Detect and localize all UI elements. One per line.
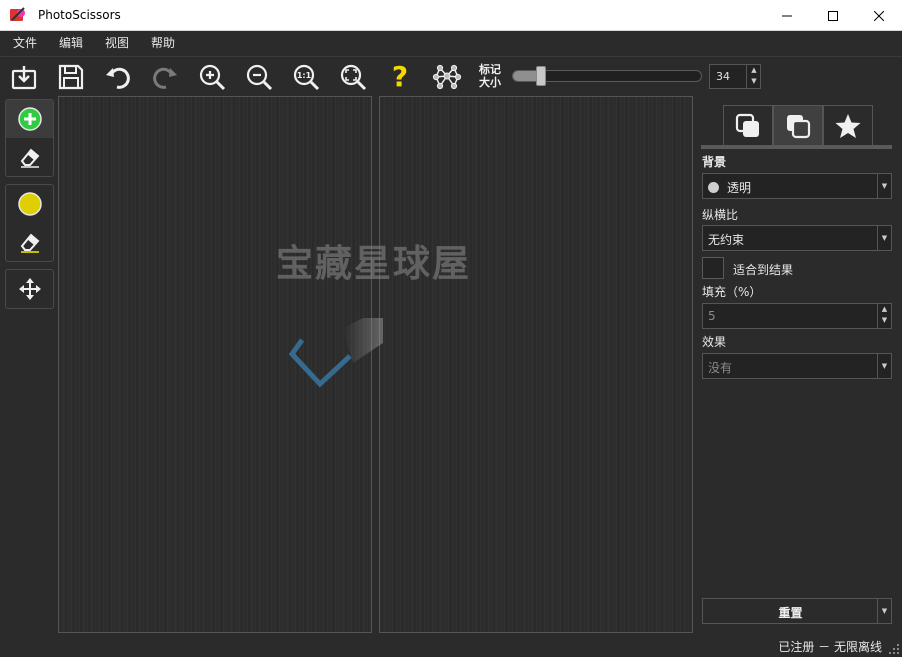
marker-size-value[interactable]: 34 [716, 70, 730, 83]
zoom-out-button[interactable] [243, 61, 275, 93]
eraser-icon [20, 148, 39, 168]
watermark-logo-icon [288, 318, 383, 388]
maximize-button[interactable] [810, 0, 856, 31]
layers-icon [787, 114, 811, 138]
foreground-tab[interactable] [773, 105, 823, 145]
redo-button[interactable] [149, 61, 181, 93]
aspect-select[interactable]: 无约束 ▼ [702, 225, 892, 251]
menu-file[interactable]: 文件 [4, 31, 46, 56]
foreground-tool-group [5, 99, 54, 177]
star-icon [835, 113, 861, 138]
menu-view[interactable]: 视图 [96, 31, 138, 56]
title-bar: PhotoScissors [0, 0, 902, 31]
menu-edit[interactable]: 编辑 [50, 31, 92, 56]
fit-result-checkbox[interactable] [702, 257, 724, 279]
menu-bar: 文件 编辑 视图 帮助 [0, 31, 902, 56]
import-button[interactable] [8, 61, 40, 93]
move-button[interactable] [6, 270, 53, 308]
network-button[interactable] [431, 61, 463, 93]
background-eraser-button[interactable] [6, 223, 53, 261]
app-icon [9, 6, 27, 24]
save-button[interactable] [55, 61, 87, 93]
minimize-icon [782, 15, 792, 16]
aspect-label: 纵横比 [702, 208, 739, 222]
zoom-actual-icon: 1:1 [293, 64, 320, 91]
close-button[interactable] [856, 0, 902, 31]
redo-icon [153, 67, 177, 89]
chevron-down-icon[interactable]: ▼ [877, 174, 891, 198]
background-select-value: 透明 [727, 181, 752, 195]
reset-label: 重置 [778, 606, 803, 620]
zoom-actual-text: 1:1 [297, 71, 312, 80]
maximize-icon [828, 10, 838, 21]
background-marker-button[interactable] [6, 185, 53, 223]
zoom-in-button[interactable] [196, 61, 228, 93]
toolbar: 1:1 ? 标记 大小 34 ▲ ▼ [0, 56, 902, 96]
zoom-out-icon [246, 64, 273, 91]
undo-button[interactable] [102, 61, 134, 93]
zoom-fit-button[interactable] [337, 61, 369, 93]
help-button[interactable]: ? [384, 61, 416, 93]
move-tool-group [5, 269, 54, 309]
background-label: 背景 [702, 155, 727, 169]
undo-icon [106, 67, 130, 89]
aspect-select-value: 无约束 [708, 233, 745, 247]
effect-select[interactable]: 没有 ▼ [702, 353, 892, 379]
background-select[interactable]: 透明 ▼ [702, 173, 892, 199]
eraser-icon [20, 233, 39, 253]
import-icon [11, 66, 37, 90]
minimize-button[interactable] [764, 0, 810, 31]
slider-thumb[interactable] [536, 66, 546, 86]
fit-result-label: 适合到结果 [733, 263, 794, 277]
save-icon [58, 64, 84, 90]
chevron-down-icon[interactable]: ▼ [877, 599, 891, 623]
close-icon [874, 10, 884, 21]
padding-spinner[interactable]: 5 ▲ ▼ [702, 303, 892, 329]
effect-label: 效果 [702, 335, 727, 349]
padding-spinner-arrows[interactable]: ▲ ▼ [877, 304, 891, 328]
foreground-marker-button[interactable] [6, 100, 53, 138]
menu-help[interactable]: 帮助 [142, 31, 184, 56]
tab-underline [701, 145, 892, 149]
yellow-circle-icon [17, 192, 42, 216]
copy-icon [735, 113, 759, 137]
watermark-text: 宝藏星球屋 [276, 242, 471, 285]
right-panel-tabs [723, 105, 873, 145]
plus-circle-icon [17, 107, 42, 131]
padding-value[interactable]: 5 [708, 309, 716, 323]
zoom-fit-icon [340, 64, 367, 91]
move-icon [18, 278, 41, 300]
marker-size-slider[interactable] [512, 66, 702, 86]
help-icon: ? [391, 60, 409, 93]
chevron-down-icon[interactable]: ▼ [877, 226, 891, 250]
background-tab[interactable] [723, 105, 773, 145]
reset-button[interactable]: 重置 ▼ [702, 598, 892, 624]
foreground-eraser-button[interactable] [6, 138, 53, 176]
status-text: 已注册 － 无限离线 [778, 640, 882, 654]
background-tool-group [5, 184, 54, 262]
marker-size-label: 标记 大小 [479, 63, 501, 89]
favorites-tab[interactable] [823, 105, 873, 145]
resize-grip-icon[interactable] [888, 643, 900, 655]
spinner-up-button[interactable]: ▲ [747, 65, 761, 76]
effect-select-value: 没有 [708, 361, 733, 375]
padding-label: 填充（%） [702, 285, 762, 299]
network-icon [432, 64, 462, 90]
window-title: PhotoScissors [38, 8, 121, 22]
result-image-panel[interactable] [379, 96, 693, 633]
marker-size-spinner[interactable]: 34 ▲ ▼ [709, 64, 761, 89]
zoom-in-icon [199, 64, 226, 91]
transparent-dot-icon [708, 182, 719, 193]
chevron-down-icon[interactable]: ▼ [877, 354, 891, 378]
spinner-down-button[interactable]: ▼ [747, 76, 761, 87]
zoom-actual-button[interactable]: 1:1 [290, 61, 322, 93]
